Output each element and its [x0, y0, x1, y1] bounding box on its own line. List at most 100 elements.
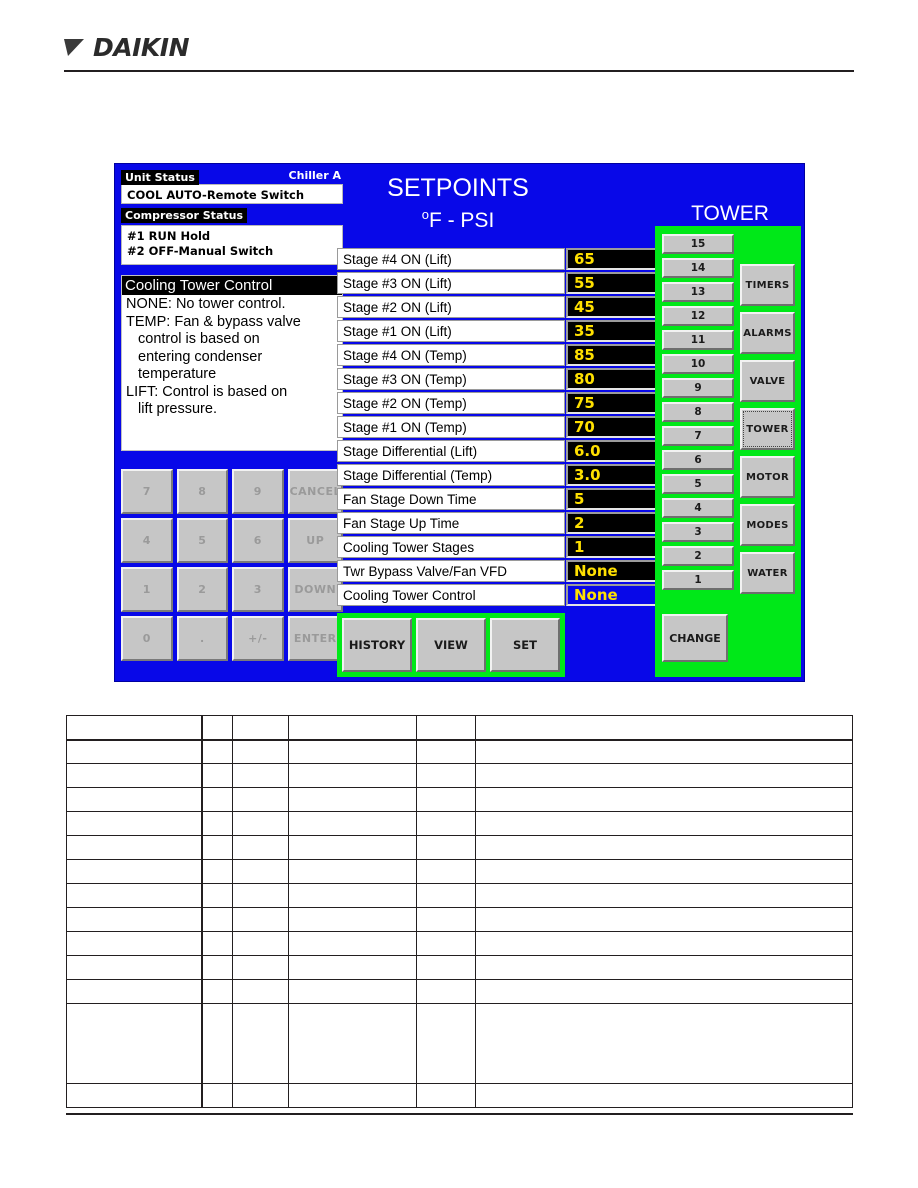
stage-button-9[interactable]: 9 [662, 378, 734, 398]
setpoint-value[interactable]: 80 [566, 368, 659, 390]
stage-button-4[interactable]: 4 [662, 498, 734, 518]
table-cell [287, 859, 417, 884]
key-cancel[interactable]: CANCEL [287, 469, 343, 514]
setpoint-value[interactable]: 1 [566, 536, 659, 558]
key-9[interactable]: 9 [232, 469, 284, 514]
setpoint-value[interactable]: 65 [566, 248, 659, 270]
setpoint-value[interactable]: 55 [566, 272, 659, 294]
view-button[interactable]: VIEW [416, 618, 486, 672]
numeric-keypad[interactable]: 7 8 9 CANCEL 4 5 6 UP 1 2 3 DOWN 0 . +/-… [121, 469, 343, 661]
setpoint-label[interactable]: Stage #1 ON (Lift) [337, 320, 565, 342]
compressor-status-label: Compressor Status [121, 208, 247, 223]
setpoint-value[interactable]: 2 [566, 512, 659, 534]
key-2[interactable]: 2 [176, 567, 229, 612]
table-cell [66, 979, 204, 1004]
setpoint-value[interactable]: 70 [566, 416, 659, 438]
stage-button-12[interactable]: 12 [662, 306, 734, 326]
menu-button-timers[interactable]: TIMERS [740, 264, 795, 306]
table-cell [66, 787, 204, 812]
setpoint-label[interactable]: Stage #3 ON (Lift) [337, 272, 565, 294]
setpoint-label[interactable]: Stage Differential (Lift) [337, 440, 565, 462]
stage-button-10[interactable]: 10 [662, 354, 734, 374]
key-down[interactable]: DOWN [287, 567, 343, 612]
stage-button-3[interactable]: 3 [662, 522, 734, 542]
menu-button-modes[interactable]: MODES [740, 504, 795, 546]
stage-button-7[interactable]: 7 [662, 426, 734, 446]
setpoint-label[interactable]: Fan Stage Down Time [337, 488, 565, 510]
change-button[interactable]: CHANGE [662, 614, 728, 662]
setpoint-label[interactable]: Stage #3 ON (Temp) [337, 368, 565, 390]
stage-button-2[interactable]: 2 [662, 546, 734, 566]
setpoint-value[interactable]: 5 [566, 488, 659, 510]
table-cell [287, 787, 417, 812]
table-cell [287, 763, 417, 788]
stage-button-5[interactable]: 5 [662, 474, 734, 494]
stage-button-8[interactable]: 8 [662, 402, 734, 422]
setpoint-label[interactable]: Stage #2 ON (Lift) [337, 296, 565, 318]
stage-button-13[interactable]: 13 [662, 282, 734, 302]
cooling-tower-control-legend: Cooling Tower Control NONE: No tower con… [121, 275, 343, 451]
degree-symbol: o [421, 207, 429, 222]
key-4[interactable]: 4 [121, 518, 173, 563]
table-cell [201, 907, 233, 932]
key-0[interactable]: 0 [121, 616, 173, 661]
status-column: Unit Status Chiller A COOL AUTO-Remote S… [121, 168, 343, 451]
setpoint-label[interactable]: Fan Stage Up Time [337, 512, 565, 534]
setpoint-label[interactable]: Stage #4 ON (Lift) [337, 248, 565, 270]
menu-button-water[interactable]: WATER [740, 552, 795, 594]
key-3[interactable]: 3 [232, 567, 284, 612]
setpoint-value[interactable]: 85 [566, 344, 659, 366]
menu-button-valve[interactable]: VALVE [740, 360, 795, 402]
key-enter[interactable]: ENTER [287, 616, 343, 661]
setpoint-value[interactable]: None [566, 560, 659, 582]
setpoint-value[interactable]: 75 [566, 392, 659, 414]
setpoint-label[interactable]: Stage #1 ON (Temp) [337, 416, 565, 438]
stage-button-6[interactable]: 6 [662, 450, 734, 470]
key-decimal[interactable]: . [176, 616, 229, 661]
menu-button-alarms[interactable]: ALARMS [740, 312, 795, 354]
tower-panel: 15 14 13 12 11 10 9 8 7 6 5 4 3 2 1 TIME… [655, 226, 801, 677]
table-cell [201, 1083, 233, 1108]
stage-button-1[interactable]: 1 [662, 570, 734, 590]
setpoint-label[interactable]: Twr Bypass Valve/Fan VFD [337, 560, 565, 582]
setpoint-label[interactable]: Stage #2 ON (Temp) [337, 392, 565, 414]
table-cell [66, 835, 204, 860]
setpoint-value[interactable]: 3.0 [566, 464, 659, 486]
stage-button-11[interactable]: 11 [662, 330, 734, 350]
key-sign[interactable]: +/- [232, 616, 284, 661]
table-cell [201, 811, 233, 836]
stage-button-14[interactable]: 14 [662, 258, 734, 278]
setpoint-value[interactable]: 35 [566, 320, 659, 342]
menu-button-column: TIMERS ALARMS VALVE TOWER MOTOR MODES WA… [740, 264, 795, 600]
setpoint-label[interactable]: Cooling Tower Stages [337, 536, 565, 558]
key-5[interactable]: 5 [176, 518, 229, 563]
history-button[interactable]: HISTORY [342, 618, 412, 672]
key-up[interactable]: UP [287, 518, 343, 563]
setpoint-label[interactable]: Stage #4 ON (Temp) [337, 344, 565, 366]
key-7[interactable]: 7 [121, 469, 173, 514]
key-6[interactable]: 6 [232, 518, 284, 563]
table-cell [287, 979, 417, 1004]
setpoint-value[interactable]: 6.0 [566, 440, 659, 462]
setpoint-label[interactable]: Stage Differential (Temp) [337, 464, 565, 486]
stage-button-15[interactable]: 15 [662, 234, 734, 254]
key-8[interactable]: 8 [176, 469, 229, 514]
table-cell [475, 811, 853, 836]
action-button-bar: HISTORY VIEW SET [337, 613, 565, 677]
table-cell [66, 811, 204, 836]
legend-body: NONE: No tower control. TEMP: Fan & bypa… [122, 295, 342, 419]
setpoint-label[interactable]: Cooling Tower Control [337, 584, 565, 606]
unit-status-label: Unit Status [121, 170, 199, 185]
table-row [66, 979, 853, 1004]
table-row [66, 955, 853, 980]
setpoint-value[interactable]: 45 [566, 296, 659, 318]
set-button[interactable]: SET [490, 618, 560, 672]
menu-button-motor[interactable]: MOTOR [740, 456, 795, 498]
key-1[interactable]: 1 [121, 567, 173, 612]
table-cell [287, 955, 417, 980]
menu-button-tower[interactable]: TOWER [740, 408, 795, 450]
header-divider [64, 70, 854, 72]
table-row [66, 715, 853, 741]
table-cell [415, 859, 477, 884]
setpoint-value-selected[interactable]: None [566, 584, 659, 606]
